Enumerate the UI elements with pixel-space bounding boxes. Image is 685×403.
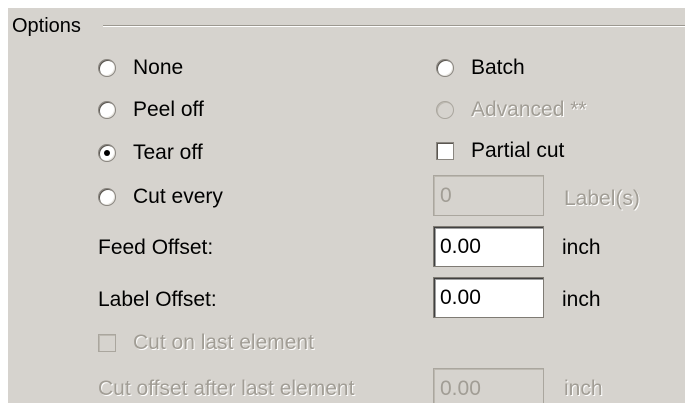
group-divider bbox=[103, 25, 685, 27]
radio-selected-dot bbox=[104, 150, 110, 156]
cut-offset-after-last-input: 0.00 bbox=[433, 368, 544, 403]
radio-batch-circle[interactable] bbox=[436, 59, 454, 77]
feed-offset-unit: inch bbox=[562, 236, 601, 259]
cut-offset-after-last-unit: inch bbox=[564, 377, 603, 400]
radio-none-circle[interactable] bbox=[98, 59, 116, 77]
radio-tear-off-circle[interactable] bbox=[98, 144, 116, 162]
label-offset-unit: inch bbox=[562, 288, 601, 311]
radio-peel-off-circle[interactable] bbox=[98, 101, 116, 119]
radio-tear-off-label[interactable]: Tear off bbox=[133, 141, 203, 165]
cut-offset-after-last-label: Cut offset after last element bbox=[98, 377, 355, 400]
feed-offset-label: Feed Offset: bbox=[98, 236, 214, 259]
radio-peel-off-label[interactable]: Peel off bbox=[133, 98, 204, 122]
cut-every-unit-label: Label(s) bbox=[564, 187, 640, 210]
cut-on-last-element-label: Cut on last element bbox=[133, 331, 314, 354]
options-panel: Options None Peel off Tear off Cut every… bbox=[8, 8, 685, 403]
partial-cut-label[interactable]: Partial cut bbox=[471, 139, 564, 163]
cut-every-count-field: 0 bbox=[433, 175, 544, 216]
label-offset-input[interactable]: 0.00 bbox=[433, 277, 544, 318]
label-offset-label: Label Offset: bbox=[98, 288, 217, 311]
radio-none-label[interactable]: None bbox=[133, 56, 183, 80]
radio-cut-every-circle[interactable] bbox=[98, 188, 116, 206]
radio-advanced-circle bbox=[436, 101, 454, 119]
options-group-title: Options bbox=[12, 15, 81, 37]
radio-advanced-label: Advanced ** bbox=[471, 98, 587, 121]
radio-cut-every-label[interactable]: Cut every bbox=[133, 185, 223, 209]
partial-cut-checkbox[interactable] bbox=[436, 142, 454, 160]
cut-on-last-element-checkbox bbox=[98, 334, 116, 352]
radio-batch-label[interactable]: Batch bbox=[471, 56, 525, 80]
feed-offset-input[interactable]: 0.00 bbox=[433, 226, 544, 267]
